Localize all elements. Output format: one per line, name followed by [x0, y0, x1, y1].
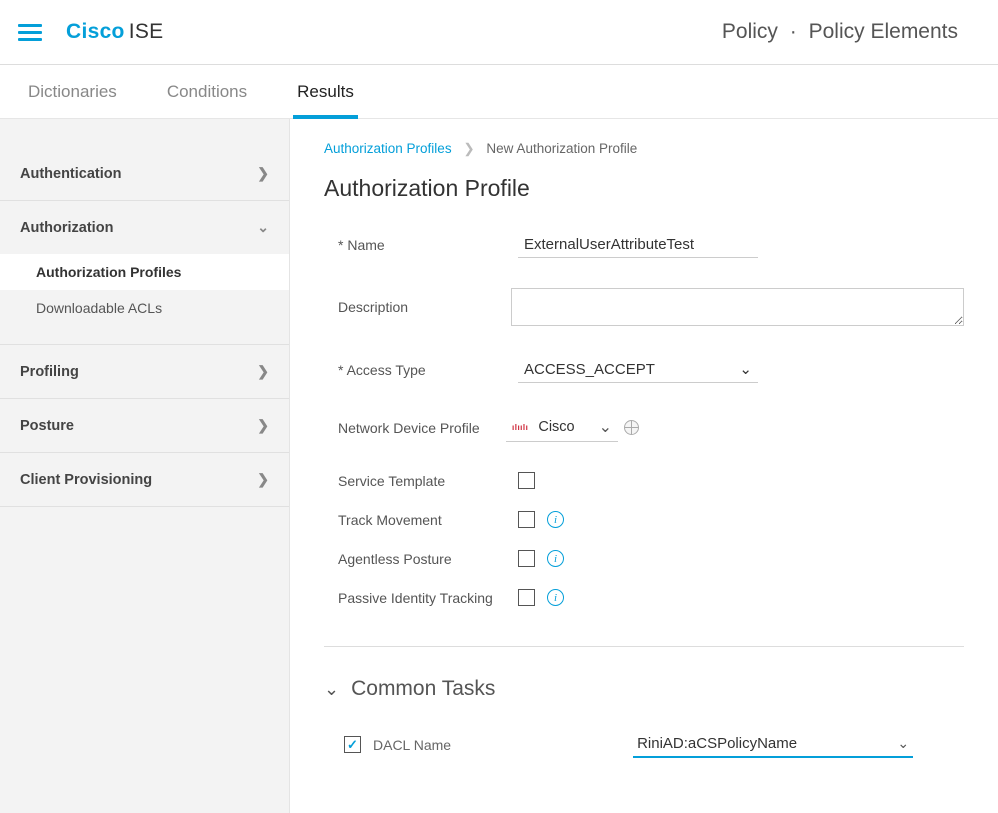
chevron-down-icon: ⌄ [324, 679, 339, 700]
tab-dictionaries[interactable]: Dictionaries [28, 65, 117, 118]
track-movement-label: Track Movement [338, 512, 518, 528]
main-content: Authorization Profiles ❯ New Authorizati… [290, 119, 998, 813]
info-icon[interactable]: i [547, 589, 564, 606]
dacl-name-select[interactable]: RiniAD:aCSPolicyName ⌄ [633, 731, 913, 758]
access-type-value: ACCESS_ACCEPT [524, 361, 655, 378]
ndp-select[interactable]: ılıılı Cisco ⌄ [506, 413, 618, 442]
chevron-right-icon: ❯ [257, 165, 269, 182]
description-label: Description [338, 299, 511, 315]
page-title: Authorization Profile [324, 175, 964, 202]
breadcrumb: Authorization Profiles ❯ New Authorizati… [324, 141, 964, 157]
breadcrumb-policy-elements[interactable]: Policy Elements [809, 20, 958, 43]
sidebar-item-posture[interactable]: Posture ❯ [0, 399, 289, 452]
breadcrumb-current: New Authorization Profile [486, 141, 637, 156]
sidebar-label-client-provisioning: Client Provisioning [20, 472, 152, 488]
tab-conditions[interactable]: Conditions [167, 65, 247, 118]
access-type-label: * Access Type [338, 362, 518, 378]
breadcrumb-parent-link[interactable]: Authorization Profiles [324, 141, 452, 156]
brand-cisco: Cisco [66, 20, 125, 43]
brand-ise: ISE [129, 20, 164, 43]
sidebar-item-downloadable-acls[interactable]: Downloadable ACLs [0, 290, 289, 326]
track-movement-checkbox[interactable] [518, 511, 535, 528]
top-breadcrumb: Policy · Policy Elements [722, 20, 958, 44]
cisco-logo-icon: ılıılı [512, 423, 528, 432]
dacl-name-checkbox[interactable] [344, 736, 361, 753]
info-icon[interactable]: i [547, 511, 564, 528]
agentless-posture-checkbox[interactable] [518, 550, 535, 567]
sidebar-item-authorization[interactable]: Authorization ⌄ [0, 201, 289, 254]
sidebar-label-posture: Posture [20, 418, 74, 434]
chevron-down-icon: ⌄ [257, 219, 269, 236]
name-input[interactable] [518, 232, 758, 258]
grid-icon[interactable] [624, 420, 639, 435]
sidebar-item-authentication[interactable]: Authentication ❯ [0, 147, 289, 200]
agentless-posture-label: Agentless Posture [338, 551, 518, 567]
menu-icon[interactable] [18, 20, 42, 45]
section-title: Common Tasks [351, 677, 495, 701]
sidebar-label-authorization: Authorization [20, 220, 113, 236]
info-icon[interactable]: i [547, 550, 564, 567]
service-template-label: Service Template [338, 473, 518, 489]
chevron-right-icon: ❯ [257, 471, 269, 488]
service-template-checkbox[interactable] [518, 472, 535, 489]
dacl-name-value: RiniAD:aCSPolicyName [637, 735, 797, 752]
access-type-select[interactable]: ACCESS_ACCEPT ⌄ [518, 356, 758, 383]
sidebar-item-client-provisioning[interactable]: Client Provisioning ❯ [0, 453, 289, 506]
chevron-down-icon: ⌄ [897, 735, 909, 752]
breadcrumb-policy[interactable]: Policy [722, 20, 778, 43]
chevron-down-icon: ⌄ [599, 417, 612, 437]
chevron-down-icon: ⌄ [739, 360, 752, 378]
sidebar-item-profiling[interactable]: Profiling ❯ [0, 345, 289, 398]
sidebar-label-profiling: Profiling [20, 364, 79, 380]
section-common-tasks[interactable]: ⌄ Common Tasks [324, 677, 964, 701]
breadcrumb-separator: · [784, 20, 803, 43]
passive-identity-label: Passive Identity Tracking [338, 590, 518, 606]
brand-logo: CiscoISE [66, 20, 163, 44]
chevron-right-icon: ❯ [257, 417, 269, 434]
passive-identity-checkbox[interactable] [518, 589, 535, 606]
tab-results[interactable]: Results [297, 65, 354, 118]
breadcrumb-chevron-icon: ❯ [463, 141, 474, 156]
dacl-name-label: DACL Name [373, 737, 451, 753]
chevron-right-icon: ❯ [257, 363, 269, 380]
sidebar-item-authorization-profiles[interactable]: Authorization Profiles [0, 254, 289, 290]
ndp-label: Network Device Profile [338, 420, 506, 436]
ndp-value: Cisco [538, 419, 574, 435]
description-input[interactable] [511, 288, 964, 326]
name-label: * Name [338, 237, 518, 253]
divider [324, 646, 964, 647]
sidebar-label-authentication: Authentication [20, 166, 122, 182]
sidebar: Authentication ❯ Authorization ⌄ Authori… [0, 119, 290, 813]
